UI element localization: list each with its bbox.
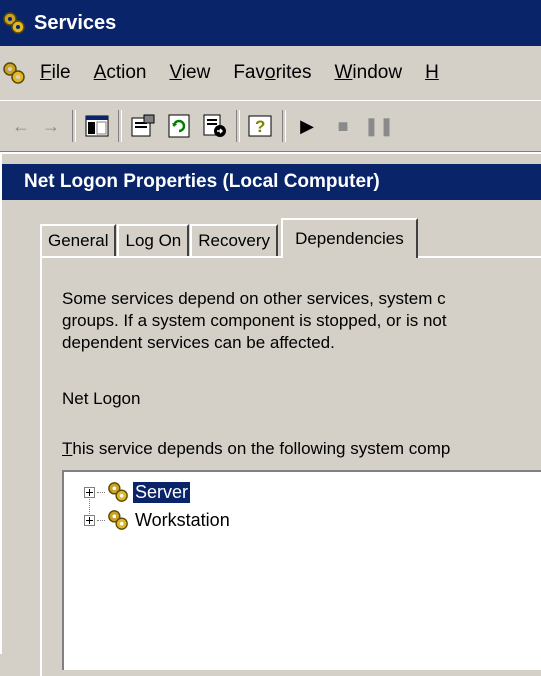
properties-dialog: Net Logon Properties (Local Computer) Ge…	[0, 152, 541, 676]
menu-action[interactable]: Action	[94, 62, 147, 84]
menu-view-accel: V	[169, 62, 182, 83]
menu-view-rest: iew	[181, 62, 211, 83]
menu-file-accel: F	[40, 62, 52, 83]
menu-action-rest: ction	[106, 62, 147, 83]
menu-window-accel: W	[334, 62, 353, 83]
svg-text:?: ?	[255, 117, 265, 136]
description-line-2: groups. If a system component is stopped…	[62, 311, 447, 330]
tree-item-workstation[interactable]: Workstation	[84, 508, 232, 532]
services-gears-icon	[2, 11, 26, 35]
toolbar-separator	[118, 110, 122, 142]
dialog-title: Net Logon Properties (Local Computer)	[24, 171, 380, 192]
toolbar: ← → ? ▶ ■ ❚❚	[0, 100, 541, 152]
tab-log-on[interactable]: Log On	[117, 224, 190, 256]
menu-bar: File Action View Favorites Window H	[0, 46, 541, 100]
menu-favorites[interactable]: Favorites	[233, 62, 311, 84]
dependencies-tree[interactable]: Server Workstation	[62, 470, 541, 670]
tree-item-label: Server	[131, 480, 192, 504]
depends-on-accel: T	[62, 439, 73, 458]
tab-general[interactable]: General	[40, 224, 117, 256]
refresh-icon[interactable]	[164, 111, 194, 141]
forward-arrow-icon[interactable]: →	[36, 111, 66, 141]
start-service-icon[interactable]: ▶	[292, 111, 322, 141]
toolbar-separator	[72, 110, 76, 142]
tab-recovery[interactable]: Recovery	[190, 224, 279, 256]
menu-view[interactable]: View	[169, 62, 210, 84]
menu-help[interactable]: H	[425, 62, 439, 84]
menu-action-accel: A	[93, 62, 107, 83]
toolbar-separator	[236, 110, 240, 142]
menu-file[interactable]: File	[40, 62, 71, 84]
menu-favorites-pre: Fav	[233, 62, 265, 83]
description-line-1: Some services depend on other services, …	[62, 289, 446, 308]
stop-service-icon[interactable]: ■	[328, 111, 358, 141]
show-hide-console-tree-icon[interactable]	[82, 111, 112, 141]
menu-help-accel: H	[425, 62, 439, 83]
tree-connector	[97, 491, 105, 493]
tab-dependencies[interactable]: Dependencies	[281, 218, 418, 258]
pause-service-icon[interactable]: ❚❚	[364, 111, 394, 141]
properties-icon[interactable]	[128, 111, 158, 141]
export-list-icon[interactable]	[200, 111, 230, 141]
depends-on-rest: his service depends on the following sys…	[72, 439, 451, 458]
menu-file-rest: ile	[51, 62, 71, 83]
service-name: Net Logon	[62, 389, 141, 408]
back-arrow-icon[interactable]: ←	[6, 111, 36, 141]
expand-plus-icon[interactable]	[84, 486, 95, 498]
menu-favorites-rest: rites	[275, 62, 312, 83]
expand-plus-icon[interactable]	[84, 514, 95, 526]
toolbar-separator	[282, 110, 286, 142]
services-gears-icon[interactable]	[2, 61, 26, 85]
help-icon[interactable]: ?	[246, 111, 276, 141]
tree-item-label: Workstation	[135, 509, 230, 530]
menu-window-rest: indow	[352, 62, 403, 83]
app-titlebar[interactable]: Services	[0, 0, 541, 46]
menu-favorites-accel: o	[265, 62, 276, 83]
dialog-titlebar[interactable]: Net Logon Properties (Local Computer)	[2, 164, 541, 200]
description-line-3: dependent services can be affected.	[62, 333, 335, 352]
service-gears-icon	[107, 509, 129, 531]
menu-window[interactable]: Window	[334, 62, 402, 84]
app-title: Services	[34, 11, 117, 34]
tab-strip: General Log On Recovery Dependencies	[40, 218, 419, 258]
depends-on-label: This service depends on the following sy…	[62, 438, 450, 460]
service-gears-icon	[107, 481, 129, 503]
tree-connector	[97, 519, 105, 521]
dependencies-panel: Some services depend on other services, …	[40, 256, 541, 676]
tree-item-server[interactable]: Server	[84, 480, 192, 504]
